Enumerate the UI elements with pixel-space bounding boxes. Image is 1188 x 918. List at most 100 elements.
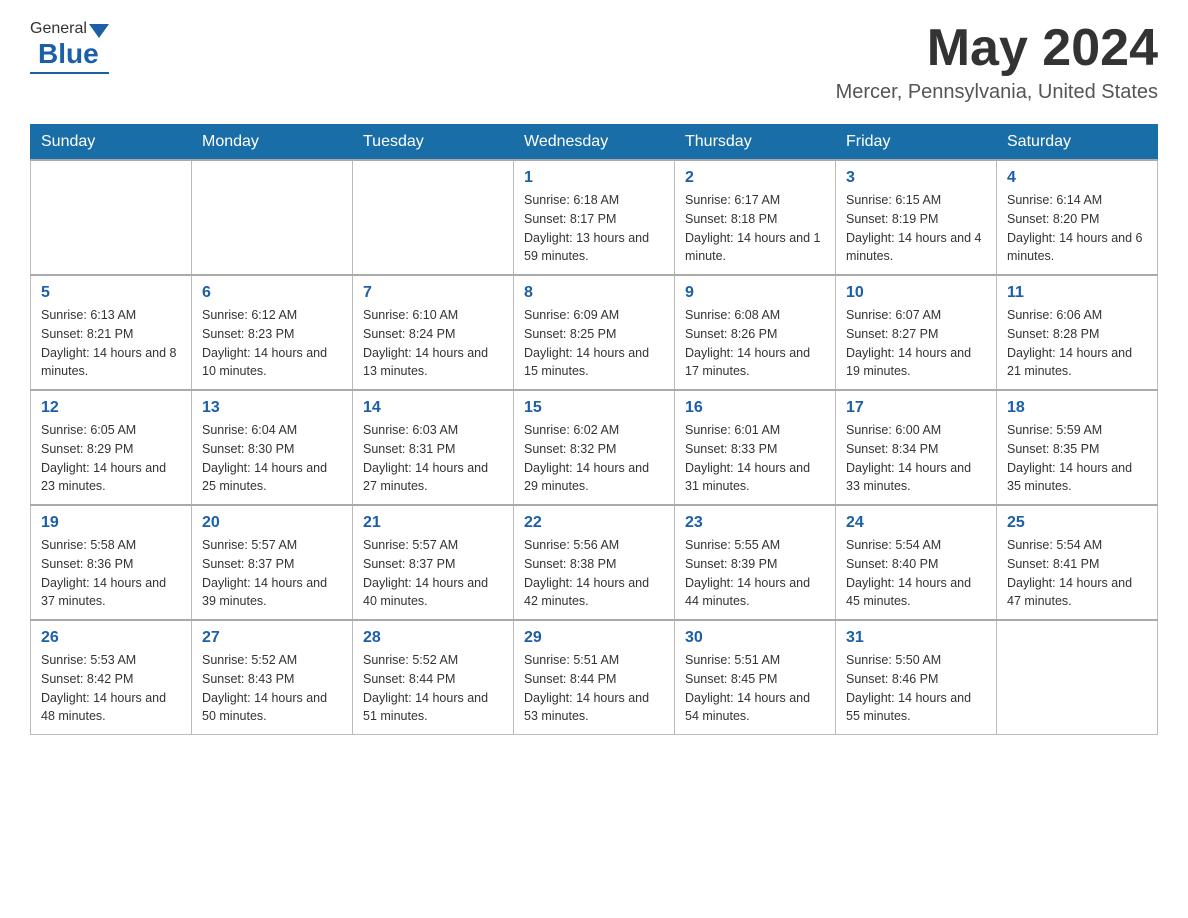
day-info: Sunrise: 5:54 AM Sunset: 8:40 PM Dayligh…: [846, 536, 986, 611]
day-number: 6: [202, 284, 342, 302]
day-info: Sunrise: 6:06 AM Sunset: 8:28 PM Dayligh…: [1007, 306, 1147, 381]
day-info: Sunrise: 6:17 AM Sunset: 8:18 PM Dayligh…: [685, 191, 825, 266]
day-info: Sunrise: 5:53 AM Sunset: 8:42 PM Dayligh…: [41, 651, 181, 726]
day-number: 28: [363, 629, 503, 647]
calendar-cell: 27 Sunrise: 5:52 AM Sunset: 8:43 PM Dayli…: [192, 620, 353, 735]
day-header-saturday: Saturday: [997, 125, 1158, 161]
day-number: 18: [1007, 399, 1147, 417]
logo-arrow-icon: [89, 24, 109, 38]
calendar-cell: 28 Sunrise: 5:52 AM Sunset: 8:44 PM Dayli…: [353, 620, 514, 735]
day-number: 30: [685, 629, 825, 647]
calendar-cell: 4Sunrise: 6:14 AM Sunset: 8:20 PM Daylig…: [997, 160, 1158, 275]
day-info: Sunrise: 6:01 AM Sunset: 8:33 PM Dayligh…: [685, 421, 825, 496]
day-number: 9: [685, 284, 825, 302]
calendar-cell: 1 Sunrise: 6:18 AM Sunset: 8:17 PM Daylig…: [514, 160, 675, 275]
week-row-3: 12Sunrise: 6:05 AM Sunset: 8:29 PM Dayli…: [31, 390, 1158, 505]
calendar-cell: 30 Sunrise: 5:51 AM Sunset: 8:45 PM Dayli…: [675, 620, 836, 735]
calendar-cell: 25Sunrise: 5:54 AM Sunset: 8:41 PM Dayli…: [997, 505, 1158, 620]
day-info: Sunrise: 6:08 AM Sunset: 8:26 PM Dayligh…: [685, 306, 825, 381]
month-year-title: May 2024: [836, 20, 1158, 77]
day-info: Sunrise: 5:57 AM Sunset: 8:37 PM Dayligh…: [202, 536, 342, 611]
day-info: Sunrise: 5:58 AM Sunset: 8:36 PM Dayligh…: [41, 536, 181, 611]
day-info: Sunrise: 6:10 AM Sunset: 8:24 PM Dayligh…: [363, 306, 503, 381]
day-info: Sunrise: 5:51 AM Sunset: 8:45 PM Dayligh…: [685, 651, 825, 726]
day-info: Sunrise: 6:09 AM Sunset: 8:25 PM Dayligh…: [524, 306, 664, 381]
day-number: 23: [685, 514, 825, 532]
day-number: 17: [846, 399, 986, 417]
calendar-cell: 23 Sunrise: 5:55 AM Sunset: 8:39 PM Dayli…: [675, 505, 836, 620]
logo-blue-text: Blue: [38, 38, 99, 70]
calendar-cell: 26 Sunrise: 5:53 AM Sunset: 8:42 PM Dayli…: [31, 620, 192, 735]
day-info: Sunrise: 6:12 AM Sunset: 8:23 PM Dayligh…: [202, 306, 342, 381]
calendar-cell: 11 Sunrise: 6:06 AM Sunset: 8:28 PM Dayli…: [997, 275, 1158, 390]
location-text: Mercer, Pennsylvania, United States: [836, 81, 1158, 104]
calendar-cell: 21Sunrise: 5:57 AM Sunset: 8:37 PM Dayli…: [353, 505, 514, 620]
calendar-cell: 13Sunrise: 6:04 AM Sunset: 8:30 PM Dayli…: [192, 390, 353, 505]
day-info: Sunrise: 5:56 AM Sunset: 8:38 PM Dayligh…: [524, 536, 664, 611]
calendar-cell: 19Sunrise: 5:58 AM Sunset: 8:36 PM Dayli…: [31, 505, 192, 620]
day-number: 22: [524, 514, 664, 532]
day-info: Sunrise: 6:00 AM Sunset: 8:34 PM Dayligh…: [846, 421, 986, 496]
day-number: 12: [41, 399, 181, 417]
day-number: 8: [524, 284, 664, 302]
day-number: 3: [846, 169, 986, 187]
day-number: 20: [202, 514, 342, 532]
day-info: Sunrise: 5:52 AM Sunset: 8:43 PM Dayligh…: [202, 651, 342, 726]
calendar-cell: 3 Sunrise: 6:15 AM Sunset: 8:19 PM Daylig…: [836, 160, 997, 275]
week-row-5: 26 Sunrise: 5:53 AM Sunset: 8:42 PM Dayli…: [31, 620, 1158, 735]
day-info: Sunrise: 6:15 AM Sunset: 8:19 PM Dayligh…: [846, 191, 986, 266]
day-info: Sunrise: 6:13 AM Sunset: 8:21 PM Dayligh…: [41, 306, 181, 381]
day-number: 7: [363, 284, 503, 302]
calendar-cell: 20 Sunrise: 5:57 AM Sunset: 8:37 PM Dayli…: [192, 505, 353, 620]
calendar-cell: 15Sunrise: 6:02 AM Sunset: 8:32 PM Dayli…: [514, 390, 675, 505]
week-row-1: 1 Sunrise: 6:18 AM Sunset: 8:17 PM Daylig…: [31, 160, 1158, 275]
calendar-cell: 14Sunrise: 6:03 AM Sunset: 8:31 PM Dayli…: [353, 390, 514, 505]
day-header-wednesday: Wednesday: [514, 125, 675, 161]
calendar-cell: 12Sunrise: 6:05 AM Sunset: 8:29 PM Dayli…: [31, 390, 192, 505]
day-number: 26: [41, 629, 181, 647]
calendar-table: SundayMondayTuesdayWednesdayThursdayFrid…: [30, 124, 1158, 735]
calendar-cell: 24 Sunrise: 5:54 AM Sunset: 8:40 PM Dayli…: [836, 505, 997, 620]
day-header-tuesday: Tuesday: [353, 125, 514, 161]
day-info: Sunrise: 5:51 AM Sunset: 8:44 PM Dayligh…: [524, 651, 664, 726]
calendar-cell: 10Sunrise: 6:07 AM Sunset: 8:27 PM Dayli…: [836, 275, 997, 390]
page-header: General Blue May 2024 Mercer, Pennsylvan…: [30, 20, 1158, 104]
day-header-sunday: Sunday: [31, 125, 192, 161]
calendar-cell: [997, 620, 1158, 735]
calendar-cell: 9 Sunrise: 6:08 AM Sunset: 8:26 PM Daylig…: [675, 275, 836, 390]
day-info: Sunrise: 5:52 AM Sunset: 8:44 PM Dayligh…: [363, 651, 503, 726]
day-number: 31: [846, 629, 986, 647]
logo: General Blue: [30, 20, 109, 74]
calendar-cell: 17 Sunrise: 6:00 AM Sunset: 8:34 PM Dayli…: [836, 390, 997, 505]
day-info: Sunrise: 6:02 AM Sunset: 8:32 PM Dayligh…: [524, 421, 664, 496]
day-number: 27: [202, 629, 342, 647]
calendar-cell: 8 Sunrise: 6:09 AM Sunset: 8:25 PM Daylig…: [514, 275, 675, 390]
day-number: 24: [846, 514, 986, 532]
day-number: 11: [1007, 284, 1147, 302]
calendar-header-row: SundayMondayTuesdayWednesdayThursdayFrid…: [31, 125, 1158, 161]
calendar-cell: 16 Sunrise: 6:01 AM Sunset: 8:33 PM Dayli…: [675, 390, 836, 505]
day-info: Sunrise: 5:55 AM Sunset: 8:39 PM Dayligh…: [685, 536, 825, 611]
day-header-monday: Monday: [192, 125, 353, 161]
day-number: 5: [41, 284, 181, 302]
day-header-friday: Friday: [836, 125, 997, 161]
calendar-cell: 22 Sunrise: 5:56 AM Sunset: 8:38 PM Dayli…: [514, 505, 675, 620]
calendar-cell: [192, 160, 353, 275]
day-info: Sunrise: 6:07 AM Sunset: 8:27 PM Dayligh…: [846, 306, 986, 381]
calendar-cell: [31, 160, 192, 275]
day-number: 16: [685, 399, 825, 417]
day-info: Sunrise: 6:04 AM Sunset: 8:30 PM Dayligh…: [202, 421, 342, 496]
week-row-4: 19Sunrise: 5:58 AM Sunset: 8:36 PM Dayli…: [31, 505, 1158, 620]
week-row-2: 5 Sunrise: 6:13 AM Sunset: 8:21 PM Daylig…: [31, 275, 1158, 390]
day-number: 1: [524, 169, 664, 187]
day-number: 21: [363, 514, 503, 532]
day-info: Sunrise: 6:03 AM Sunset: 8:31 PM Dayligh…: [363, 421, 503, 496]
day-number: 25: [1007, 514, 1147, 532]
calendar-cell: 29Sunrise: 5:51 AM Sunset: 8:44 PM Dayli…: [514, 620, 675, 735]
day-info: Sunrise: 6:18 AM Sunset: 8:17 PM Dayligh…: [524, 191, 664, 266]
calendar-cell: 18 Sunrise: 5:59 AM Sunset: 8:35 PM Dayli…: [997, 390, 1158, 505]
day-info: Sunrise: 5:59 AM Sunset: 8:35 PM Dayligh…: [1007, 421, 1147, 496]
logo-general-text: General: [30, 20, 87, 38]
calendar-cell: 7 Sunrise: 6:10 AM Sunset: 8:24 PM Daylig…: [353, 275, 514, 390]
calendar-cell: 2Sunrise: 6:17 AM Sunset: 8:18 PM Daylig…: [675, 160, 836, 275]
